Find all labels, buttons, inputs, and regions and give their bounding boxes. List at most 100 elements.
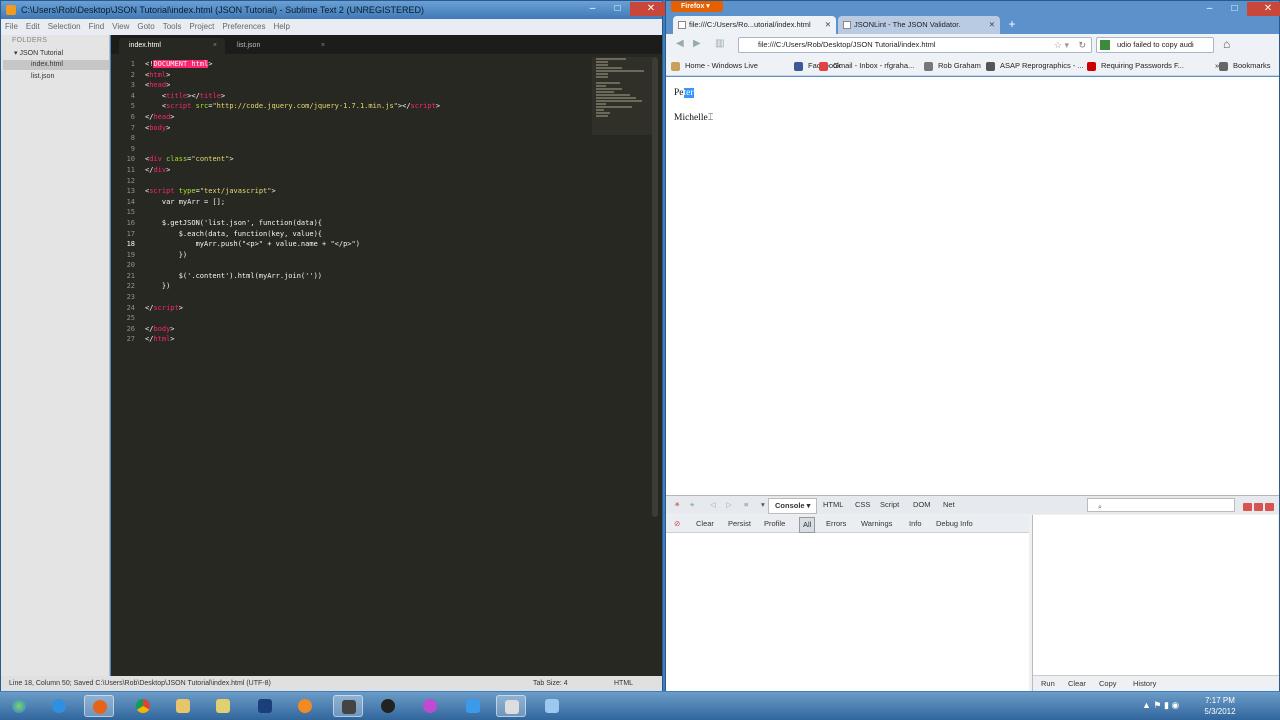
bookmark-item[interactable]: ASAP Reprographics - ... <box>986 56 1084 76</box>
filter-info[interactable]: Info <box>909 515 922 533</box>
filter-persist[interactable]: Persist <box>728 515 751 533</box>
filter-debug-info[interactable]: Debug Info <box>936 515 973 533</box>
clear-console-icon[interactable]: ⊘ <box>674 515 680 533</box>
run-button[interactable]: Run <box>1041 676 1055 692</box>
tab-close-icon[interactable]: × <box>321 38 325 54</box>
close-icon[interactable]: ✕ <box>1247 2 1280 16</box>
filter-clear[interactable]: Clear <box>696 515 714 533</box>
steam-icon[interactable] <box>373 695 403 717</box>
forward-icon[interactable]: ▷ <box>726 496 732 514</box>
line-number: 25 <box>126 314 135 323</box>
maximize-icon[interactable]: □ <box>605 2 630 16</box>
tab-close-icon[interactable]: ✕ <box>989 16 995 34</box>
menu-icon[interactable]: ≡ <box>744 496 748 514</box>
filter-profile[interactable]: Profile <box>764 515 785 533</box>
star-icon[interactable]: ☆ ▾ <box>1054 38 1069 52</box>
bookmark-label: Gmail - Inbox - rfgraha... <box>833 61 915 70</box>
tab-list-json[interactable]: list.json × <box>227 38 333 54</box>
feed-icon[interactable]: ▥ <box>715 38 724 49</box>
code-area[interactable]: <!DOCUMENT html> <html> <head> <title></… <box>145 59 625 345</box>
copy-button[interactable]: Copy <box>1099 676 1117 692</box>
forward-icon[interactable]: ▶ <box>693 38 701 49</box>
status-tab-size[interactable]: Tab Size: 4 <box>533 676 568 691</box>
notepad-icon[interactable] <box>537 695 567 717</box>
new-tab-icon[interactable]: + <box>1004 17 1020 33</box>
url-bar[interactable]: file:///C:/Users/Rob/Desktop/JSON Tutori… <box>738 37 1092 53</box>
menu-selection[interactable]: Selection <box>44 19 85 35</box>
photoshop-icon[interactable] <box>250 695 280 717</box>
minimize-icon[interactable]: – <box>1197 2 1222 16</box>
sidebar-folder[interactable]: ▾ JSON Tutorial <box>14 49 63 57</box>
detach-icon[interactable] <box>1254 503 1263 511</box>
filter-errors[interactable]: Errors <box>826 515 846 533</box>
firebug-search-input[interactable]: ⌕ <box>1087 498 1235 512</box>
back-icon[interactable]: ◀ <box>676 38 684 49</box>
tab-html[interactable]: HTML <box>823 496 843 514</box>
editor[interactable]: index.html × list.json × 1 2 3 4 5 6 7 8 9 10 11 12 13… <box>111 35 662 676</box>
menu-help[interactable]: Help <box>269 19 293 35</box>
minimize-icon[interactable] <box>1243 503 1252 511</box>
status-syntax[interactable]: HTML <box>614 676 633 691</box>
tab-css[interactable]: CSS <box>855 496 870 514</box>
editor-scrollbar[interactable] <box>652 57 658 517</box>
start-button[interactable] <box>4 695 34 717</box>
reload-icon[interactable]: ↻ <box>1078 38 1086 52</box>
firefox-menu-button[interactable]: Firefox ▾ <box>671 1 723 12</box>
back-icon[interactable]: ◁ <box>710 496 716 514</box>
dropdown-icon[interactable]: ▾ <box>761 496 765 514</box>
search-engine-icon[interactable] <box>1100 40 1110 50</box>
media-player-icon[interactable] <box>290 695 320 717</box>
app-icon[interactable] <box>415 695 445 717</box>
sublime-taskbar-icon[interactable] <box>333 695 363 717</box>
close-icon[interactable] <box>1265 503 1274 511</box>
tab-script[interactable]: Script <box>880 496 899 514</box>
menu-file[interactable]: File <box>1 19 22 35</box>
menu-view[interactable]: View <box>108 19 133 35</box>
minimap[interactable] <box>592 57 654 135</box>
browser-tab-index[interactable]: file:///C:/Users/Ro...utorial/index.html… <box>673 16 836 34</box>
minimize-icon[interactable]: – <box>580 2 605 16</box>
system-tray[interactable]: ▲ ⚑ ▮ ◉ <box>1142 700 1179 711</box>
home-icon[interactable]: ⌂ <box>1223 37 1230 51</box>
paint-icon[interactable] <box>208 695 238 717</box>
inspect-icon[interactable]: ⌖ <box>690 496 694 514</box>
bookmark-item[interactable]: Requiring Passwords F... <box>1087 56 1184 76</box>
folder-icon[interactable] <box>168 695 198 717</box>
tab-dom[interactable]: DOM <box>913 496 931 514</box>
bookmark-item[interactable]: Gmail - Inbox - rfgraha... <box>819 56 914 76</box>
clear-button[interactable]: Clear <box>1068 676 1086 692</box>
window-app-icon[interactable] <box>496 695 526 717</box>
bookmark-item[interactable]: » <box>1207 56 1219 76</box>
search-input[interactable]: udio failed to copy audi <box>1096 37 1214 53</box>
sidebar-file-index[interactable]: index.html <box>3 60 109 70</box>
menu-goto[interactable]: Goto <box>133 19 158 35</box>
tab-close-icon[interactable]: ✕ <box>825 16 831 34</box>
chrome-icon[interactable] <box>128 695 158 717</box>
tab-console[interactable]: Console ▾ <box>768 498 818 514</box>
clock[interactable]: 7:17 PM 5/3/2012 <box>1198 695 1242 717</box>
menu-preferences[interactable]: Preferences <box>218 19 269 35</box>
menu-tools[interactable]: Tools <box>159 19 186 35</box>
bookmark-item[interactable]: Rob Graham <box>924 56 981 76</box>
tab-close-icon[interactable]: × <box>213 38 217 54</box>
filter-warnings[interactable]: Warnings <box>861 515 892 533</box>
browser-tab-jsonlint[interactable]: JSONLint - The JSON Validator. ✕ <box>838 16 1000 34</box>
maximize-icon[interactable]: □ <box>1222 2 1247 16</box>
menu-edit[interactable]: Edit <box>22 19 44 35</box>
filter-all[interactable]: All <box>799 517 816 533</box>
menu-project[interactable]: Project <box>185 19 218 35</box>
firebug-icon[interactable]: ✷ <box>674 496 680 514</box>
bookmark-item[interactable]: Home - Windows Live <box>671 56 758 76</box>
dropbox-icon[interactable] <box>458 695 488 717</box>
firefox-button-label: Firefox <box>681 3 705 10</box>
page-content[interactable]: Peter Michelle⌶ <box>666 77 1279 495</box>
history-button[interactable]: History <box>1133 676 1156 692</box>
command-editor[interactable]: Run Clear Copy History <box>1032 515 1279 692</box>
menu-find[interactable]: Find <box>85 19 109 35</box>
firefox-taskbar-icon[interactable] <box>84 695 114 717</box>
bookmarks-menu[interactable]: Bookmarks <box>1219 56 1271 76</box>
sidebar-file-list[interactable]: list.json <box>31 73 54 80</box>
tab-index-html[interactable]: index.html × <box>119 38 225 54</box>
ie-icon[interactable] <box>44 695 74 717</box>
tab-net[interactable]: Net <box>943 496 955 514</box>
